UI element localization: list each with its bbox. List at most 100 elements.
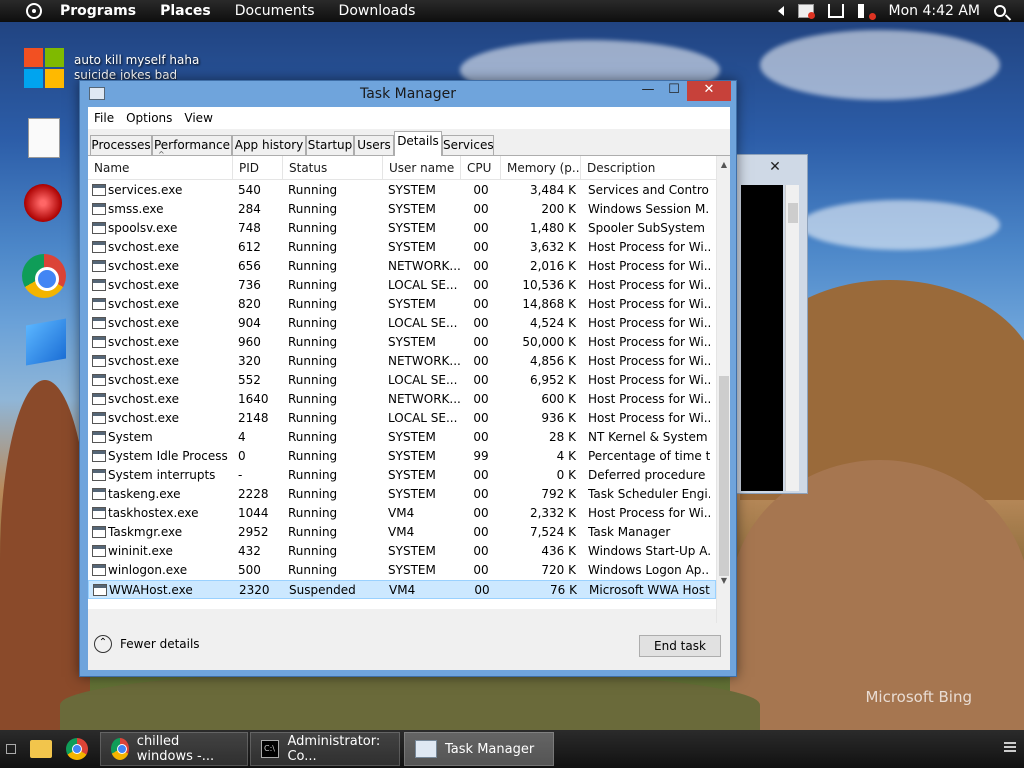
table-row[interactable]: Taskmgr.exe 2952 Running VM4 00 7,524 K Task M… [88,523,716,542]
list-vertical-scrollbar[interactable]: ▲ ▼ [716,156,730,624]
cell-mem: 436 K [541,544,576,558]
tab-services[interactable]: Services [442,135,494,155]
table-row[interactable]: services.exe 540 Running SYSTEM 00 3,484 K Ser… [88,181,716,200]
scroll-down-icon[interactable]: ▼ [717,574,731,588]
cell-pid: 1044 [238,506,269,520]
desktop-icon-chrome[interactable] [22,254,66,298]
taskbar-menu-icon[interactable] [1004,742,1016,752]
cell-cpu: 00 [473,221,489,235]
menu-places[interactable]: Places [160,3,211,19]
desktop-icon-rose[interactable] [24,184,68,228]
menu-view[interactable]: View [178,111,218,125]
table-row[interactable]: svchost.exe 2148 Running LOCAL SE... 00 936 K… [88,409,716,428]
taskbar-command-prompt[interactable]: C:\ Administrator: Co... [250,732,400,766]
close-button[interactable]: ✕ [687,81,731,101]
tab-processes[interactable]: Processes [90,135,152,155]
console-scrollbar[interactable] [785,185,799,491]
table-row[interactable]: svchost.exe 904 Running LOCAL SE... 00 4,524 … [88,314,716,333]
console-scroll-thumb[interactable] [788,203,798,223]
menu-documents[interactable]: Documents [235,3,315,19]
table-row[interactable]: smss.exe 284 Running SYSTEM 00 200 K Windows S… [88,200,716,219]
scroll-thumb[interactable] [719,376,729,576]
table-row[interactable]: svchost.exe 736 Running LOCAL SE... 00 10,536… [88,276,716,295]
menu-programs[interactable]: Programs [60,3,136,19]
search-icon[interactable] [994,5,1006,17]
table-row[interactable]: svchost.exe 1640 Running NETWORK... 00 600 K H… [88,390,716,409]
table-row[interactable]: svchost.exe 320 Running NETWORK... 00 4,856 K… [88,352,716,371]
list-horizontal-scrollbar[interactable] [88,609,716,623]
column-header-pid[interactable]: PID [232,156,282,180]
console-window[interactable]: ✕ [736,154,808,494]
taskbar-chrome-pinned[interactable] [66,732,88,766]
tab-users[interactable]: Users [354,135,394,155]
minimize-button[interactable]: — [635,81,661,101]
applications-logo-icon[interactable] [26,3,42,19]
table-row[interactable]: System Idle Process 0 Running SYSTEM 99 4 K Pe… [88,447,716,466]
scroll-up-icon[interactable]: ▲ [717,158,731,172]
cell-pid: 656 [238,259,261,273]
cell-status: Running [288,202,338,216]
cell-name: svchost.exe [108,354,179,368]
cell-desc: Windows Session M... [588,202,710,216]
table-row[interactable]: winlogon.exe 500 Running SYSTEM 00 720 K Windo… [88,561,716,580]
menu-downloads[interactable]: Downloads [339,3,416,19]
cell-pid: 1640 [238,392,269,406]
desktop-icon-document[interactable] [24,118,68,162]
cell-name: System interrupts [108,468,216,482]
taskbar-file-explorer[interactable] [30,732,52,766]
title-bar[interactable]: Task Manager — ☐ ✕ [80,81,736,107]
system-tray: Mon 4:42 AM [778,3,1024,20]
table-row[interactable]: System interrupts - Running SYSTEM 00 0 K Defe… [88,466,716,485]
cell-mem: 2,016 K [529,259,576,273]
column-header-status[interactable]: Status [282,156,382,180]
cell-pid: 736 [238,278,261,292]
process-icon [92,507,106,519]
menu-options[interactable]: Options [120,111,178,125]
menu-file[interactable]: File [88,111,120,125]
table-row[interactable]: svchost.exe 960 Running SYSTEM 00 50,000 K Hos… [88,333,716,352]
table-row[interactable]: taskhostex.exe 1044 Running VM4 00 2,332 K Hos… [88,504,716,523]
table-row[interactable]: svchost.exe 656 Running NETWORK... 00 2,016 K… [88,257,716,276]
desktop-icon-windows-store[interactable] [24,48,68,92]
network-icon[interactable] [828,4,845,18]
cloud [800,200,1000,250]
chrome-icon [111,738,129,760]
cell-user: VM4 [388,506,415,520]
action-center-flag-icon[interactable] [798,4,816,19]
tab-startup[interactable]: Startup [306,135,354,155]
cell-pid: 2320 [239,583,270,597]
clock[interactable]: Mon 4:42 AM [888,3,980,19]
maximize-button[interactable]: ☐ [661,81,687,101]
console-close-icon[interactable]: ✕ [747,157,803,177]
column-header-name[interactable]: Name [88,156,232,180]
cell-mem: 936 K [541,411,576,425]
column-header-memory[interactable]: Memory (p... [500,156,580,180]
cell-desc: Host Process for Wi... [588,316,710,330]
column-header-user-name[interactable]: User name [382,156,460,180]
table-row[interactable]: svchost.exe 612 Running SYSTEM 00 3,632 K Host… [88,238,716,257]
table-row[interactable]: svchost.exe 552 Running LOCAL SE... 00 6,952 … [88,371,716,390]
desktop-icon-windows8[interactable] [26,318,70,366]
tray-expand-arrow-icon[interactable] [778,6,785,16]
cell-pid: 612 [238,240,261,254]
table-row[interactable]: spoolsv.exe 748 Running SYSTEM 00 1,480 K Spoo… [88,219,716,238]
taskbar-task-manager[interactable]: Task Manager [404,732,554,766]
tab-details[interactable]: Details [394,131,442,156]
end-task-button[interactable]: End task [639,635,721,657]
fewer-details-button[interactable]: ⌃ Fewer details [94,635,200,653]
volume-muted-icon[interactable] [858,4,877,20]
column-header-cpu[interactable]: CPU [460,156,500,180]
taskbar-chrome-window[interactable]: chilled windows -... [100,732,248,766]
table-row[interactable]: svchost.exe 820 Running SYSTEM 00 14,868 K Hos… [88,295,716,314]
table-row[interactable]: wininit.exe 432 Running SYSTEM 00 436 K Window… [88,542,716,561]
cell-name: services.exe [108,183,183,197]
show-desktop-icon[interactable] [6,744,16,754]
column-header-description[interactable]: Description [580,156,716,180]
table-row[interactable]: WWAHost.exe 2320 Suspended VM4 00 76 K Microso… [88,580,716,599]
cell-mem: 720 K [541,563,576,577]
cell-mem: 10,536 K [522,278,576,292]
cell-pid: 552 [238,373,261,387]
tab-app-history[interactable]: App history [232,135,306,155]
table-row[interactable]: System 4 Running SYSTEM 00 28 K NT Kernel & Sy… [88,428,716,447]
table-row[interactable]: taskeng.exe 2228 Running SYSTEM 00 792 K Task … [88,485,716,504]
